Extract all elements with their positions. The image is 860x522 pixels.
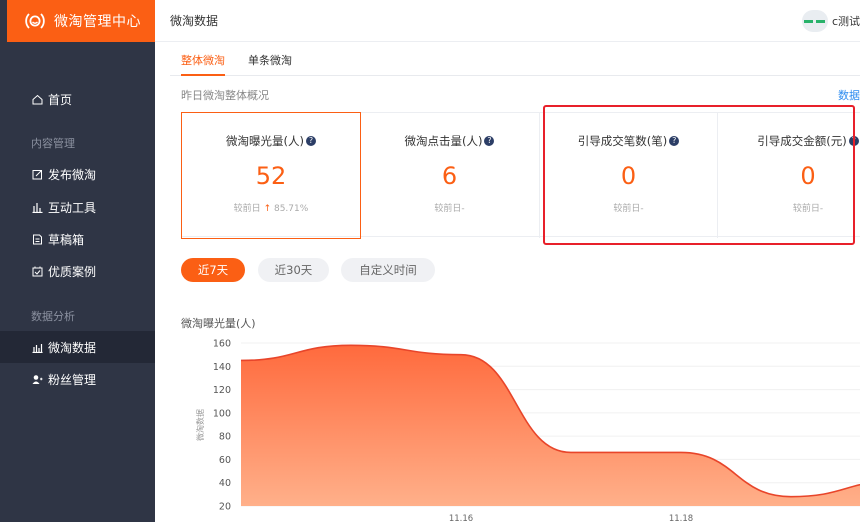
sidebar-item-fans[interactable]: 粉丝管理: [0, 363, 155, 395]
draft-icon: [31, 233, 43, 245]
bar-chart-icon: [31, 201, 43, 213]
exposure-area-chart: 20406080100120140160微淘数据11.1611.1811.20: [195, 339, 860, 522]
sidebar-item-label: 微淘数据: [48, 340, 97, 355]
user-menu[interactable]: c测试: [801, 10, 860, 32]
sidebar-item-home[interactable]: 首页: [0, 83, 155, 115]
y-tick-label: 120: [213, 385, 231, 396]
sidebar-item-label: 发布微淘: [48, 167, 97, 182]
sidebar-section-content: 内容管理: [31, 137, 75, 150]
y-axis-label: 微淘数据: [195, 409, 205, 441]
series-area: [241, 345, 860, 506]
sidebar-section-data: 数据分析: [31, 310, 75, 323]
sidebar-item-label: 粉丝管理: [48, 372, 97, 387]
y-tick-label: 80: [219, 432, 231, 443]
brand-header[interactable]: 微淘管理中心: [7, 0, 155, 42]
fans-icon: [31, 373, 43, 385]
sidebar-item-label: 首页: [48, 92, 73, 107]
sidebar: 微淘管理中心 首页 内容管理 发布微淘 互动工具 草稿箱 优质案例 数据分析 微…: [0, 0, 155, 522]
broadcast-icon: [25, 13, 45, 29]
sidebar-item-cases[interactable]: 优质案例: [0, 255, 155, 287]
sidebar-item-publish[interactable]: 发布微淘: [0, 158, 155, 190]
main-panel: 整体微淘 单条微淘 昨日微淘整体概况 数据 微淘曝光量(人) ? 52 较前日 …: [155, 42, 860, 522]
sidebar-item-interactive-tools[interactable]: 互动工具: [0, 191, 155, 223]
y-tick-label: 100: [213, 408, 231, 419]
edit-icon: [31, 168, 43, 180]
sidebar-item-label: 互动工具: [48, 200, 97, 215]
data-chart-icon: [31, 341, 43, 353]
sidebar-item-label: 草稿箱: [48, 232, 85, 247]
sidebar-item-label: 优质案例: [48, 264, 97, 279]
home-icon: [31, 93, 43, 105]
y-tick-label: 160: [213, 339, 231, 350]
y-tick-label: 60: [219, 455, 231, 466]
x-tick-label: 11.16: [449, 514, 473, 522]
page-title: 微淘数据: [170, 14, 219, 28]
x-tick-label: 11.18: [669, 514, 693, 522]
brand-title: 微淘管理中心: [54, 14, 141, 30]
y-tick-label: 20: [219, 502, 231, 513]
y-tick-label: 40: [219, 478, 231, 489]
sidebar-item-weitao-data[interactable]: 微淘数据: [0, 331, 155, 363]
sidebar-item-drafts[interactable]: 草稿箱: [0, 223, 155, 255]
y-tick-label: 140: [213, 362, 231, 373]
case-icon: [31, 265, 43, 277]
user-name: c测试: [831, 15, 860, 28]
top-bar: 微淘数据 c测试: [155, 0, 860, 42]
avatar: [801, 10, 828, 32]
